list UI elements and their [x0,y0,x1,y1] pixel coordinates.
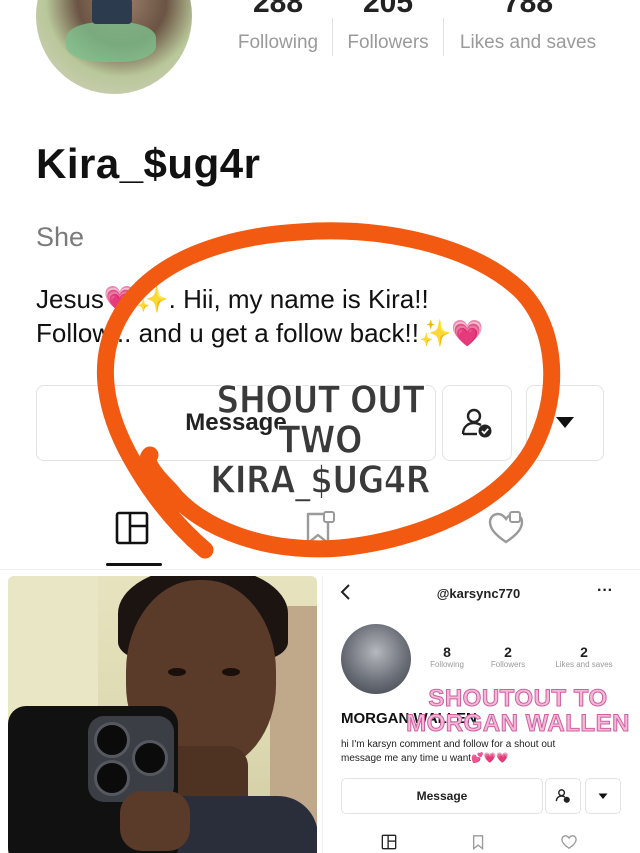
shoutout-annotation-text: SHOUT OUT TWO KIRA_$UG4R [182,378,457,502]
shoutout-line-2: KIRA_$UG4R [210,458,432,502]
shoutout-line-1: SHOUT OUT TWO [215,378,425,462]
